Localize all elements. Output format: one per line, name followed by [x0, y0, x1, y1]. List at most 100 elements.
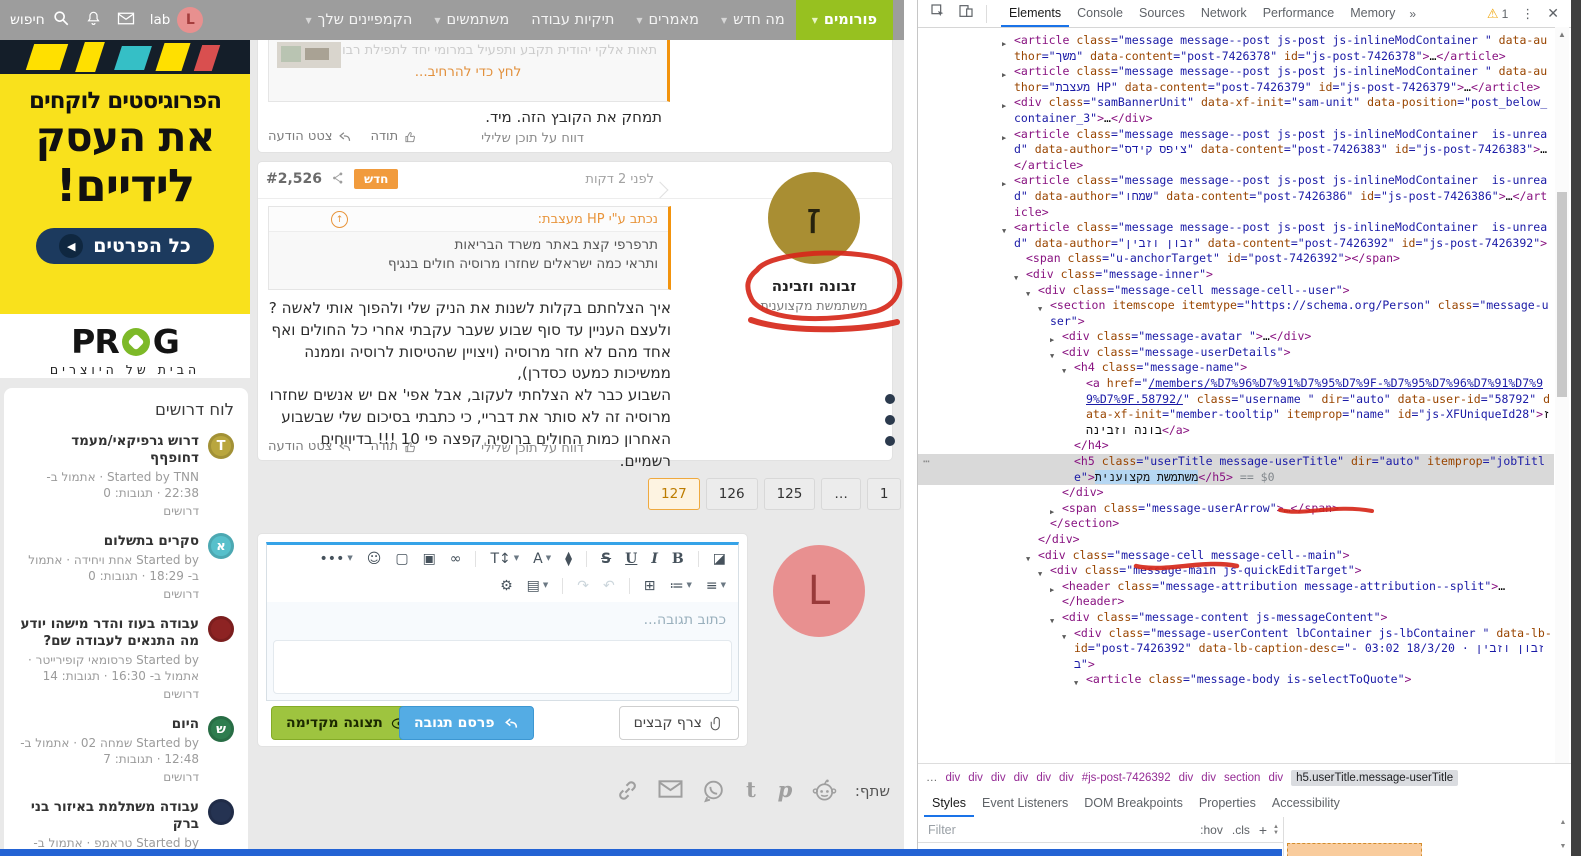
nav-item-הקמפיינים שלך[interactable]: הקמפיינים שלך ▼: [295, 0, 424, 40]
tab-network[interactable]: Network: [1193, 0, 1255, 27]
breadcrumb-item[interactable]: section: [1224, 772, 1260, 784]
quote-thumbnail[interactable]: [277, 42, 341, 68]
page-button-…[interactable]: …: [821, 478, 861, 510]
collapse-arrow-icon[interactable]: ▶: [1002, 99, 1006, 115]
list-icon[interactable]: ≔ ▼: [669, 579, 691, 593]
font-color-icon[interactable]: A ▼: [533, 552, 551, 566]
link-icon[interactable]: ∞: [450, 552, 462, 566]
quote-message-button[interactable]: צטט הודעה: [268, 129, 352, 144]
new-style-rule-icon[interactable]: +: [1259, 822, 1267, 838]
ad-cta-button[interactable]: כל הפרטים ◀: [36, 228, 214, 264]
attach-files-button[interactable]: צרף קבצים: [618, 706, 739, 740]
tab-elements[interactable]: Elements: [1001, 0, 1070, 27]
dom-node[interactable]: ▼ <article class="message-body is-selectT…: [918, 672, 1554, 688]
dom-node[interactable]: ▶ <div class="samBannerUnit" data-xf-init…: [918, 95, 1554, 126]
console-warning-badge[interactable]: ⚠ 1: [1487, 6, 1508, 22]
dom-node[interactable]: <span class="u-anchorTarget" id="post-74…: [918, 251, 1554, 267]
dom-node[interactable]: ▼ <div class="message-userDetails">: [918, 345, 1554, 361]
breadcrumb-item[interactable]: div: [1059, 772, 1074, 784]
breadcrumb-item[interactable]: div: [1014, 772, 1029, 784]
more-options-icon[interactable]: ••• ▼: [320, 552, 353, 566]
dom-node[interactable]: </section>: [918, 516, 1554, 532]
rich-text-editor[interactable]: ••• ▼ ☺ ▢ ▣ ∞ T↕ ▼ A ▼ ⧫ S U I B ◪ ⚙ ▤ ▼ ↷ ↶ ⊞ ≔ ▼ ≡ ▼ כתוב תגוב…: [266, 542, 739, 701]
post-reply-button[interactable]: פרסם תגובה: [399, 706, 534, 740]
dom-node[interactable]: <a href="/members/%D7%96%D7%91%D7%95%D7%…: [918, 376, 1554, 438]
text-size-icon[interactable]: T↕ ▼: [490, 552, 519, 566]
share-pinterest-icon[interactable]: p: [776, 778, 794, 803]
nav-item-מאמרים[interactable]: מאמרים ▼: [625, 0, 710, 40]
page-button-1[interactable]: 1: [866, 478, 902, 510]
breadcrumb-item[interactable]: div: [946, 772, 961, 784]
collapse-arrow-icon[interactable]: ▶: [1002, 37, 1006, 53]
undo-icon[interactable]: ↶: [603, 579, 615, 593]
quote-jump-icon[interactable]: ↑: [331, 211, 348, 228]
editor-content[interactable]: כתוב תגובה...: [267, 602, 738, 700]
tab-sources[interactable]: Sources: [1131, 0, 1193, 27]
job-title[interactable]: היום: [18, 716, 199, 733]
elements-tree[interactable]: ▶ <article class="message message--post j…: [918, 27, 1554, 769]
breadcrumb-item[interactable]: div: [1201, 772, 1216, 784]
dom-node[interactable]: </header>: [918, 594, 1554, 610]
share-post-icon[interactable]: [331, 170, 345, 189]
nav-item-תיקיות עבודה[interactable]: תיקיות עבודה: [520, 0, 625, 40]
collapse-arrow-icon[interactable]: ▶: [1002, 68, 1006, 84]
remove-format-icon[interactable]: ◪: [713, 552, 726, 566]
dom-node[interactable]: </div>: [918, 532, 1554, 548]
page-button-127[interactable]: 127: [648, 478, 700, 510]
report-link[interactable]: דווח על תוכן שלילי: [481, 441, 584, 456]
scrollbar-thumb[interactable]: [1557, 192, 1567, 397]
share-tumblr-icon[interactable]: t: [743, 778, 759, 803]
sidebar-ad-banner[interactable]: הפרוגיסטים לוקחים את העסק לידיים! כל הפר…: [0, 40, 250, 378]
tab-performance[interactable]: Performance: [1255, 0, 1343, 27]
bell-icon[interactable]: [85, 9, 102, 31]
dom-node[interactable]: ▼ <h4 class="message-name">: [918, 360, 1554, 376]
emoji-icon[interactable]: ☺: [367, 552, 382, 566]
dom-node[interactable]: ▼ <section itemscope itemtype="https://sc…: [918, 298, 1554, 329]
thanks-button[interactable]: תודה: [370, 129, 417, 144]
job-title[interactable]: עבודה משתלמת באיזור בני ברק: [18, 799, 199, 833]
editor-input-area[interactable]: [273, 640, 732, 694]
filter-input[interactable]: [918, 822, 1201, 837]
tab-memory[interactable]: Memory: [1342, 0, 1403, 27]
mail-icon[interactable]: [117, 11, 135, 30]
collapse-arrow-icon[interactable]: ▶: [1002, 131, 1006, 147]
share-email-icon[interactable]: [657, 778, 684, 803]
devtools-close-icon[interactable]: ✕: [1547, 5, 1559, 22]
expand-arrow-icon[interactable]: ▼: [1062, 630, 1066, 646]
tab-console[interactable]: Console: [1069, 0, 1131, 27]
post-number[interactable]: #2,526: [266, 171, 322, 187]
share-reddit-icon[interactable]: [811, 778, 838, 803]
image-icon[interactable]: ▣: [423, 552, 436, 566]
job-title[interactable]: סקרים בתשלום: [18, 533, 199, 550]
floating-dots-widget[interactable]: [884, 394, 896, 457]
author-avatar[interactable]: ז: [768, 172, 860, 264]
breadcrumb-item[interactable]: div: [991, 772, 1006, 784]
dom-node[interactable]: ▶ <div class="message-avatar ">…</div>: [918, 329, 1554, 345]
quote-message-button[interactable]: צטט הודעה: [268, 439, 352, 454]
dom-node[interactable]: ▼ <div class="message-inner">: [918, 267, 1554, 283]
dom-node[interactable]: </h4>: [918, 438, 1554, 454]
breadcrumb-item[interactable]: div: [968, 772, 983, 784]
expand-arrow-icon[interactable]: ▼: [1038, 302, 1042, 318]
more-tabs-icon[interactable]: »: [1403, 7, 1422, 21]
strikethrough-icon[interactable]: S: [601, 552, 611, 566]
selected-dom-node[interactable]: <h5 class="userTitle message-userTitle" …: [918, 454, 1554, 486]
inspect-element-icon[interactable]: [930, 3, 946, 24]
dom-node[interactable]: ▼ <div class="message-content js-messageC…: [918, 610, 1554, 626]
page-button-126[interactable]: 126: [705, 478, 758, 510]
tab-event-listeners[interactable]: Event Listeners: [974, 790, 1076, 817]
report-link[interactable]: דווח על תוכן שלילי: [481, 131, 584, 146]
breadcrumb-item[interactable]: …: [926, 772, 938, 784]
breadcrumb-item[interactable]: #js-post-7426392: [1082, 772, 1171, 784]
dom-node[interactable]: ▶ <article class="message message--post j…: [918, 173, 1554, 220]
page-button-125[interactable]: 125: [763, 478, 816, 510]
tab-styles[interactable]: Styles: [924, 790, 975, 817]
scroll-up-icon[interactable]: ▲: [1557, 819, 1569, 826]
scroll-up-icon[interactable]: ▲: [1555, 30, 1569, 39]
expand-arrow-icon[interactable]: ▼: [1074, 676, 1078, 692]
job-title[interactable]: עבודה בעוז והדר מישהו יודע מה התנאים לעב…: [18, 616, 199, 650]
nav-item-מה חדש[interactable]: מה חדש ▼: [710, 0, 796, 40]
author-name[interactable]: זבונה וזבינה: [744, 277, 884, 295]
devtools-menu-icon[interactable]: ⋮: [1521, 6, 1534, 22]
dom-node[interactable]: ▶ <span class="message-userArrow">…</span…: [918, 501, 1554, 517]
